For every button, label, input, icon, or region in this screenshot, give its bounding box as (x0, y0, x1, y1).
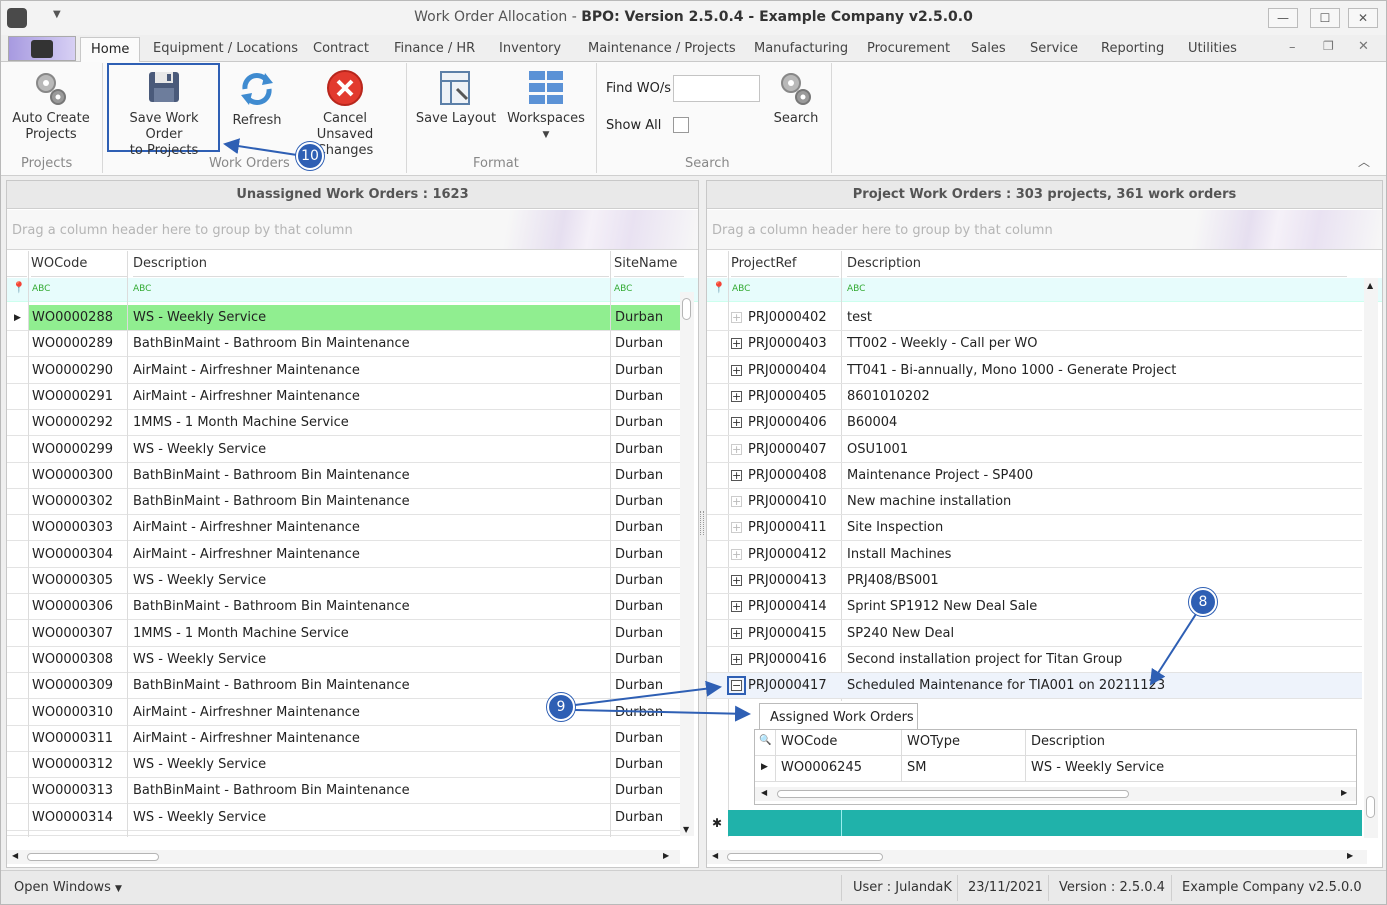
callout-10: 10 (296, 142, 324, 170)
annotation-arrows (223, 138, 1197, 722)
callout-9: 9 (547, 693, 575, 721)
app-window: ▼ Work Order Allocation - BPO: Version 2… (0, 0, 1387, 905)
callout-8: 8 (1189, 588, 1217, 616)
